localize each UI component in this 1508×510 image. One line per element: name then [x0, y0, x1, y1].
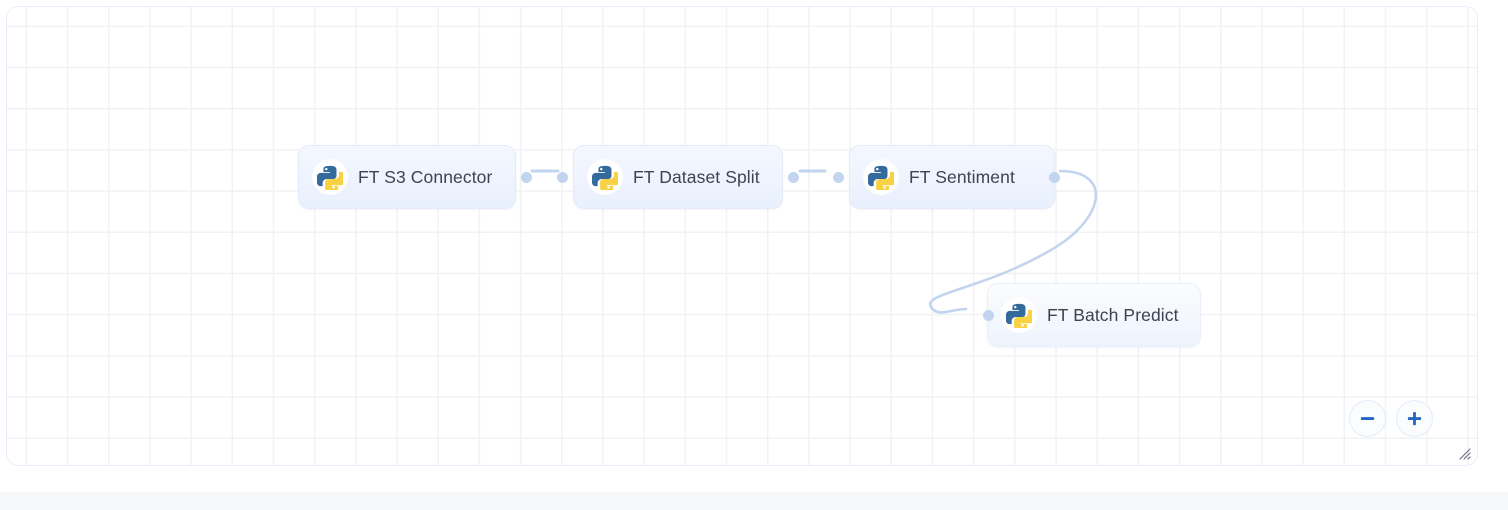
node-label: FT Dataset Split — [633, 166, 760, 187]
python-icon — [864, 160, 898, 194]
flow-editor-app: FT S3 Connector FT Dataset Split FT Sent… — [0, 0, 1508, 510]
minus-icon — [1360, 417, 1375, 421]
flow-canvas[interactable]: FT S3 Connector FT Dataset Split FT Sent… — [6, 6, 1478, 466]
plus-icon — [1407, 411, 1422, 426]
node-label: FT Sentiment — [909, 166, 1015, 187]
flow-node-ft-batch-predict[interactable]: FT Batch Predict — [982, 283, 1201, 347]
python-icon — [588, 160, 622, 194]
node-source-handle[interactable] — [521, 171, 532, 183]
bottom-divider-strip — [0, 492, 1508, 510]
resize-grip[interactable] — [1457, 446, 1471, 460]
node-source-handle[interactable] — [788, 171, 799, 183]
python-icon — [313, 160, 347, 194]
node-target-handle[interactable] — [982, 309, 994, 321]
node-source-handle[interactable] — [1048, 171, 1060, 183]
resize-handle-icon — [1459, 448, 1471, 460]
zoom-controls — [1349, 400, 1433, 437]
node-label: FT S3 Connector — [358, 166, 493, 187]
zoom-in-button[interactable] — [1396, 400, 1433, 437]
flow-node-ft-sentiment[interactable]: FT Sentiment — [833, 145, 1060, 209]
flow-node-ft-s3-connector[interactable]: FT S3 Connector — [298, 145, 532, 209]
node-target-handle[interactable] — [557, 171, 568, 183]
flow-node-ft-dataset-split[interactable]: FT Dataset Split — [557, 145, 799, 209]
node-label: FT Batch Predict — [1047, 304, 1179, 325]
canvas-grid-background — [7, 7, 1477, 465]
zoom-out-button[interactable] — [1349, 400, 1386, 437]
node-target-handle[interactable] — [833, 171, 844, 183]
python-icon — [1002, 298, 1036, 332]
